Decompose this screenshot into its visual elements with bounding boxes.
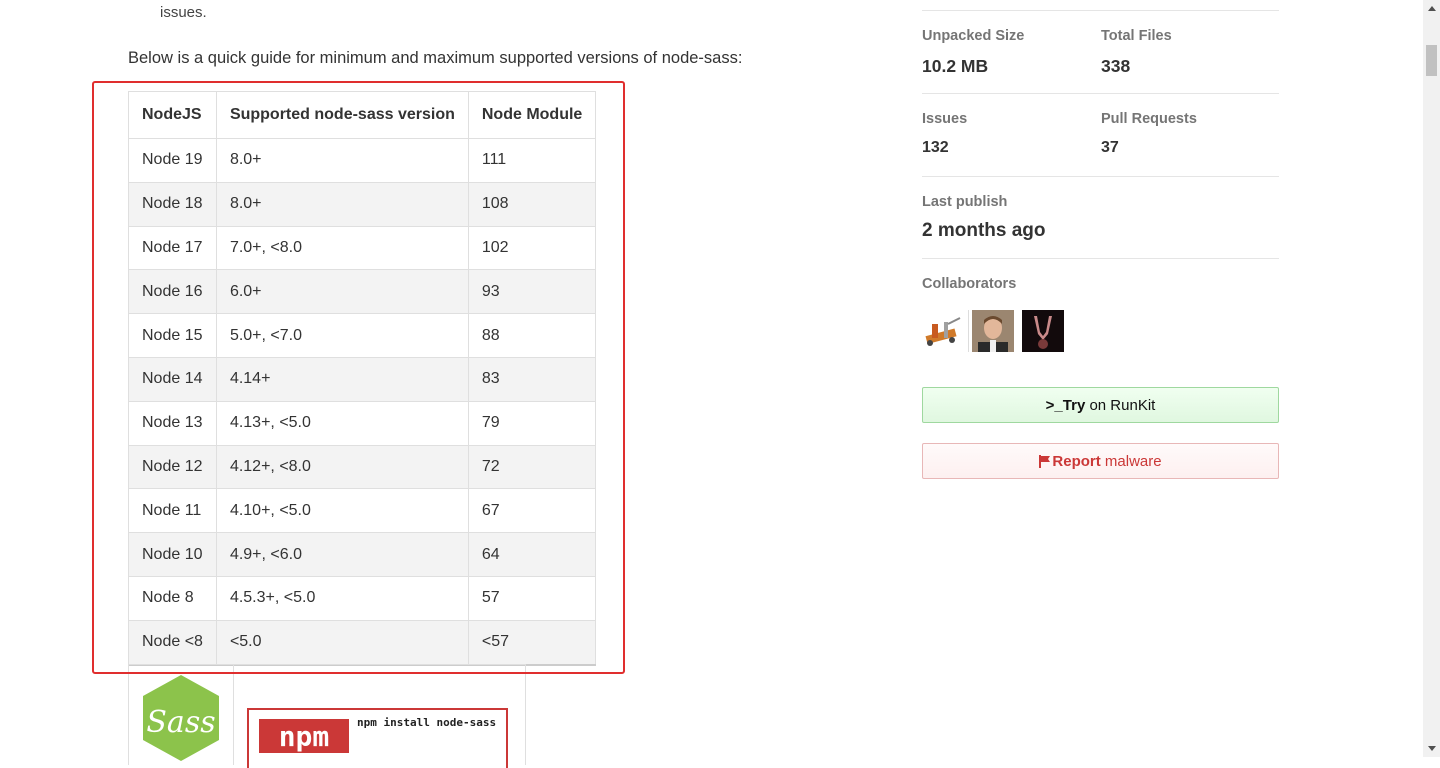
table-cell: 6.0+: [215, 269, 469, 315]
table-row: Node 12 4.12+, <8.0 72: [128, 444, 597, 490]
sass-logo-text: Sass: [146, 705, 215, 740]
table-cell: 8.0+: [215, 181, 469, 227]
table-cell: Node 16: [128, 269, 217, 315]
table-cell: Node 10: [128, 532, 217, 577]
table-row: Node 19 8.0+ 111: [128, 138, 597, 183]
npm-install-command: npm install node-sass: [357, 716, 497, 729]
readme-intro-paragraph: Below is a quick guide for minimum and m…: [128, 49, 743, 67]
table-row: Node 8 4.5.3+, <5.0 57: [128, 575, 597, 621]
npm-logo-icon: npm: [259, 719, 349, 753]
total-files-label: Total Files: [1101, 28, 1172, 44]
node-version-table: NodeJS Supported node-sass version Node …: [128, 91, 597, 666]
sass-logo-icon[interactable]: Sass: [141, 675, 221, 761]
table-row: Node 10 4.9+, <6.0 64: [128, 532, 597, 577]
table-header-nodejs: NodeJS: [128, 91, 217, 139]
table-row: Node 15 5.0+, <7.0 88: [128, 313, 597, 358]
table-cell: 93: [467, 269, 597, 315]
divider: [922, 10, 1279, 11]
table-cell: 108: [467, 181, 597, 227]
table-cell: 88: [467, 313, 597, 358]
table-cell: Node 15: [128, 313, 217, 358]
report-malware-button[interactable]: Report malware: [922, 443, 1279, 479]
table-cell: 4.14+: [215, 356, 469, 402]
table-cell: 111: [467, 138, 597, 183]
table-cell: 102: [467, 225, 597, 271]
scroll-up-button[interactable]: [1423, 0, 1440, 17]
table-row: Node 16 6.0+ 93: [128, 269, 597, 315]
table-divider: [233, 665, 234, 765]
table-row: Node 11 4.10+, <5.0 67: [128, 488, 597, 534]
table-cell: 4.12+, <8.0: [215, 444, 469, 490]
table-cell: 57: [467, 575, 597, 621]
unpacked-size-value: 10.2 MB: [922, 56, 989, 76]
table-cell: Node 19: [128, 138, 217, 183]
divider: [922, 258, 1279, 259]
table-cell: 4.9+, <6.0: [215, 532, 469, 577]
table-cell: 72: [467, 444, 597, 490]
total-files-value: 338: [1101, 56, 1131, 76]
collaborator-avatar[interactable]: [972, 310, 1014, 352]
table-cell: 8.0+: [215, 138, 469, 183]
scroll-thumb[interactable]: [1426, 45, 1437, 76]
npm-install-badge[interactable]: npm npm install node-sass: [247, 708, 508, 768]
flag-icon: [1039, 454, 1051, 468]
runkit-prompt-glyph: >_: [1045, 396, 1063, 414]
last-publish-label: Last publish: [922, 194, 1008, 210]
table-cell: 67: [467, 488, 597, 534]
page-scrollbar[interactable]: [1423, 0, 1440, 757]
table-cell: Node 11: [128, 488, 217, 534]
table-cell: 4.10+, <5.0: [215, 488, 469, 534]
table-cell: 4.13+, <5.0: [215, 400, 469, 446]
pull-requests-label: Pull Requests: [1101, 111, 1197, 127]
table-cell: Node 12: [128, 444, 217, 490]
table-header-row: NodeJS Supported node-sass version Node …: [128, 91, 597, 139]
table-row: Node 14 4.14+ 83: [128, 356, 597, 402]
table-cell: Node 14: [128, 356, 217, 402]
table-row: Node 13 4.13+, <5.0 79: [128, 400, 597, 446]
try-on-runkit-button[interactable]: >_Try on RunKit: [922, 387, 1279, 423]
report-label-bold: Report: [1052, 452, 1101, 470]
npm-logo-text: npm: [279, 720, 330, 753]
report-label-rest: malware: [1100, 452, 1162, 470]
table-row: Node 17 7.0+, <8.0 102: [128, 225, 597, 271]
pull-requests-count-link[interactable]: 37: [1101, 139, 1119, 157]
scroll-down-button[interactable]: [1423, 740, 1440, 757]
table-cell: 64: [467, 532, 597, 577]
scroll-down-icon: [1427, 746, 1436, 751]
runkit-label-rest: on RunKit: [1085, 396, 1156, 414]
issues-count-link[interactable]: 132: [922, 139, 949, 157]
table-cell: 4.5.3+, <5.0: [215, 575, 469, 621]
issues-label: Issues: [922, 111, 968, 127]
collaborator-avatar[interactable]: [922, 310, 964, 352]
logo-badges-table: Sass npm npm install node-sass: [128, 664, 526, 768]
scroll-up-icon: [1427, 6, 1436, 11]
table-cell: Node 8: [128, 575, 217, 621]
table-cell: Node 18: [128, 181, 217, 227]
table-cell: Node 17: [128, 225, 217, 271]
table-header-version: Supported node-sass version: [215, 91, 469, 139]
last-publish-value: 2 months ago: [922, 220, 1046, 241]
table-cell: 5.0+, <7.0: [215, 313, 469, 358]
table-row: Node <8 <5.0 <57: [128, 619, 597, 666]
table-cell: <5.0: [215, 619, 469, 666]
divider: [922, 93, 1279, 94]
table-header-module: Node Module: [467, 91, 597, 139]
collaborators-label: Collaborators: [922, 276, 1017, 292]
collaborator-avatar[interactable]: [1022, 310, 1064, 352]
table-cell: 79: [467, 400, 597, 446]
unpacked-size-label: Unpacked Size: [922, 28, 1025, 44]
runkit-try-label: Try: [1062, 396, 1086, 414]
table-cell: Node 13: [128, 400, 217, 446]
table-cell: Node <8: [128, 619, 217, 666]
table-cell: 7.0+, <8.0: [215, 225, 469, 271]
table-cell: 83: [467, 356, 597, 402]
table-cell: <57: [467, 619, 597, 666]
divider: [922, 176, 1279, 177]
readme-previous-text: issues.: [160, 4, 207, 21]
divider: [968, 310, 969, 352]
table-row: Node 18 8.0+ 108: [128, 181, 597, 227]
